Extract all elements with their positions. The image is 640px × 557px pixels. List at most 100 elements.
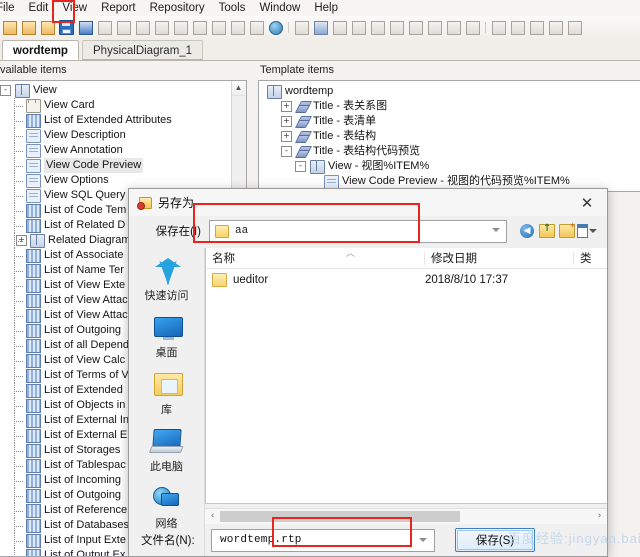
close-icon[interactable]: ✕ bbox=[567, 189, 607, 216]
tree-item[interactable]: View Code Preview bbox=[0, 158, 246, 173]
toolbar-new-document-icon[interactable] bbox=[1, 18, 18, 37]
tree-guide bbox=[14, 173, 26, 188]
view-mode-icon[interactable] bbox=[577, 221, 597, 241]
menu-item-tools[interactable]: Tools bbox=[212, 0, 253, 16]
back-icon[interactable]: ◀ bbox=[517, 221, 537, 241]
menu-item-file[interactable]: File bbox=[0, 0, 22, 16]
tree-guide bbox=[14, 158, 26, 173]
toolbar-note-icon[interactable] bbox=[426, 18, 443, 37]
template-tree-item[interactable]: View Code Preview - 视图的代码预览%ITEM% bbox=[263, 174, 640, 189]
column-header-type[interactable]: 类 bbox=[574, 250, 594, 266]
toolbar-cut-icon[interactable] bbox=[134, 18, 151, 37]
save-button[interactable]: 保存(S) bbox=[455, 528, 535, 552]
toolbar-text-icon[interactable] bbox=[407, 18, 424, 37]
tab-physicaldiagram-1[interactable]: PhysicalDiagram_1 bbox=[82, 40, 203, 60]
template-tree-item[interactable]: -View - 视图%ITEM% bbox=[263, 159, 640, 174]
toolbar-fit-icon[interactable] bbox=[509, 18, 526, 37]
menu-item-report[interactable]: Report bbox=[94, 0, 143, 16]
tree-expander[interactable]: + bbox=[281, 131, 292, 142]
scroll-up-icon[interactable]: ▲ bbox=[232, 81, 245, 96]
toolbar-align-icon[interactable] bbox=[566, 18, 583, 37]
scroll-left-icon[interactable]: ‹ bbox=[205, 509, 220, 524]
chevron-down-icon[interactable] bbox=[589, 229, 597, 233]
tree-item[interactable]: List of Extended Attributes bbox=[0, 113, 246, 128]
file-list-horizontal-scrollbar[interactable]: ‹ › bbox=[205, 508, 607, 524]
toolbar-properties-icon[interactable] bbox=[248, 18, 265, 37]
tab-wordtemp[interactable]: wordtemp bbox=[2, 40, 79, 60]
place-quick-access[interactable]: 快速访问 bbox=[129, 256, 204, 313]
tree-item-label: View Card bbox=[44, 98, 95, 113]
chevron-down-icon[interactable] bbox=[492, 228, 500, 232]
template-item-label: wordtemp bbox=[285, 84, 333, 99]
toolbar-copy-icon[interactable] bbox=[153, 18, 170, 37]
tree-guide bbox=[14, 548, 26, 557]
toolbar-refresh-icon[interactable] bbox=[331, 18, 348, 37]
file-list-area[interactable]: 名称 修改日期 类 ︿ ueditor 2018/8/10 17:37 bbox=[205, 248, 607, 504]
menu-item-repository[interactable]: Repository bbox=[143, 0, 212, 16]
up-folder-icon[interactable] bbox=[537, 221, 557, 241]
place-desktop[interactable]: 桌面 bbox=[129, 313, 204, 370]
diamond-icon bbox=[296, 131, 310, 143]
template-tree-item[interactable]: wordtemp bbox=[263, 84, 640, 99]
toolbar-undo-icon[interactable] bbox=[210, 18, 227, 37]
tree-item[interactable]: View Options bbox=[0, 173, 246, 188]
tree-node-label: View bbox=[33, 83, 57, 98]
toolbar-redo-icon[interactable] bbox=[229, 18, 246, 37]
save-in-combobox[interactable]: aa bbox=[209, 220, 507, 243]
tree-expander[interactable]: - bbox=[281, 146, 292, 157]
place-this-pc[interactable]: 此电脑 bbox=[129, 427, 204, 484]
tree-expander[interactable]: - bbox=[295, 161, 306, 172]
tree-root-view[interactable]: - View bbox=[0, 83, 246, 98]
toolbar-print-icon[interactable] bbox=[115, 18, 132, 37]
tree-expander[interactable]: + bbox=[281, 101, 292, 112]
tree-item-label: List of Terms of V bbox=[44, 368, 129, 383]
toolbar-paste-icon[interactable] bbox=[172, 18, 189, 37]
menu-item-help[interactable]: Help bbox=[307, 0, 345, 16]
grid-icon bbox=[26, 279, 41, 293]
chevron-down-icon[interactable] bbox=[419, 538, 427, 542]
grid-icon bbox=[26, 444, 41, 458]
file-row-ueditor[interactable]: ueditor 2018/8/10 17:37 bbox=[206, 269, 607, 291]
filename-input[interactable]: wordtemp.rtp bbox=[211, 529, 435, 552]
column-header-name[interactable]: 名称 bbox=[206, 250, 424, 266]
menu-item-edit[interactable]: Edit bbox=[22, 0, 56, 16]
toolbar-print-preview-icon[interactable] bbox=[96, 18, 113, 37]
tree-item-label: List of Outgoing bbox=[44, 488, 121, 503]
toolbar-grid-icon[interactable] bbox=[528, 18, 545, 37]
template-items-tree[interactable]: wordtemp + Title - 表关系图+Title - 表清单+Title … bbox=[258, 80, 640, 192]
toolbar-zoom-icon[interactable] bbox=[490, 18, 507, 37]
toolbar-generate-database-icon[interactable] bbox=[312, 18, 329, 37]
new-folder-icon[interactable] bbox=[557, 221, 577, 241]
tree-guide bbox=[14, 188, 26, 203]
dialog-body: 快速访问 桌面 库 此电脑 网络 名称 修改日期 bbox=[129, 248, 607, 556]
tree-guide bbox=[14, 308, 26, 323]
toolbar-line-icon[interactable] bbox=[369, 18, 386, 37]
toolbar-separator bbox=[482, 18, 489, 37]
tree-item[interactable]: View Annotation bbox=[0, 143, 246, 158]
toolbar-save-all-icon[interactable] bbox=[77, 18, 94, 37]
tree-expander[interactable]: - bbox=[0, 85, 11, 96]
toolbar-dependency-icon[interactable] bbox=[445, 18, 462, 37]
card-icon bbox=[26, 99, 41, 113]
template-item-label: Title - 表关系图 bbox=[313, 99, 387, 114]
toolbar-delete-icon[interactable] bbox=[191, 18, 208, 37]
toolbar-layout-icon[interactable] bbox=[547, 18, 564, 37]
toolbar-link-icon[interactable] bbox=[388, 18, 405, 37]
template-tree-item[interactable]: +Title - 表清单 bbox=[263, 114, 640, 129]
column-header-modified[interactable]: 修改日期 bbox=[425, 250, 573, 266]
toolbar-edit-icon[interactable] bbox=[350, 18, 367, 37]
scroll-right-icon[interactable]: › bbox=[592, 509, 607, 524]
menu-item-window[interactable]: Window bbox=[252, 0, 307, 16]
scroll-track[interactable] bbox=[220, 509, 592, 524]
toolbar-open-folder-icon[interactable] bbox=[20, 18, 37, 37]
template-tree-item[interactable]: -Title - 表结构代码预览 bbox=[263, 144, 640, 159]
place-library[interactable]: 库 bbox=[129, 370, 204, 427]
template-tree-item[interactable]: +Title - 表结构 bbox=[263, 129, 640, 144]
tree-item[interactable]: View Card bbox=[0, 98, 246, 113]
tree-expander[interactable]: + bbox=[281, 116, 292, 127]
template-tree-item[interactable]: + Title - 表关系图 bbox=[263, 99, 640, 114]
toolbar-help-icon[interactable] bbox=[267, 18, 284, 37]
tree-item[interactable]: View Description bbox=[0, 128, 246, 143]
toolbar-reference-icon[interactable] bbox=[464, 18, 481, 37]
toolbar-check-model-icon[interactable] bbox=[293, 18, 310, 37]
